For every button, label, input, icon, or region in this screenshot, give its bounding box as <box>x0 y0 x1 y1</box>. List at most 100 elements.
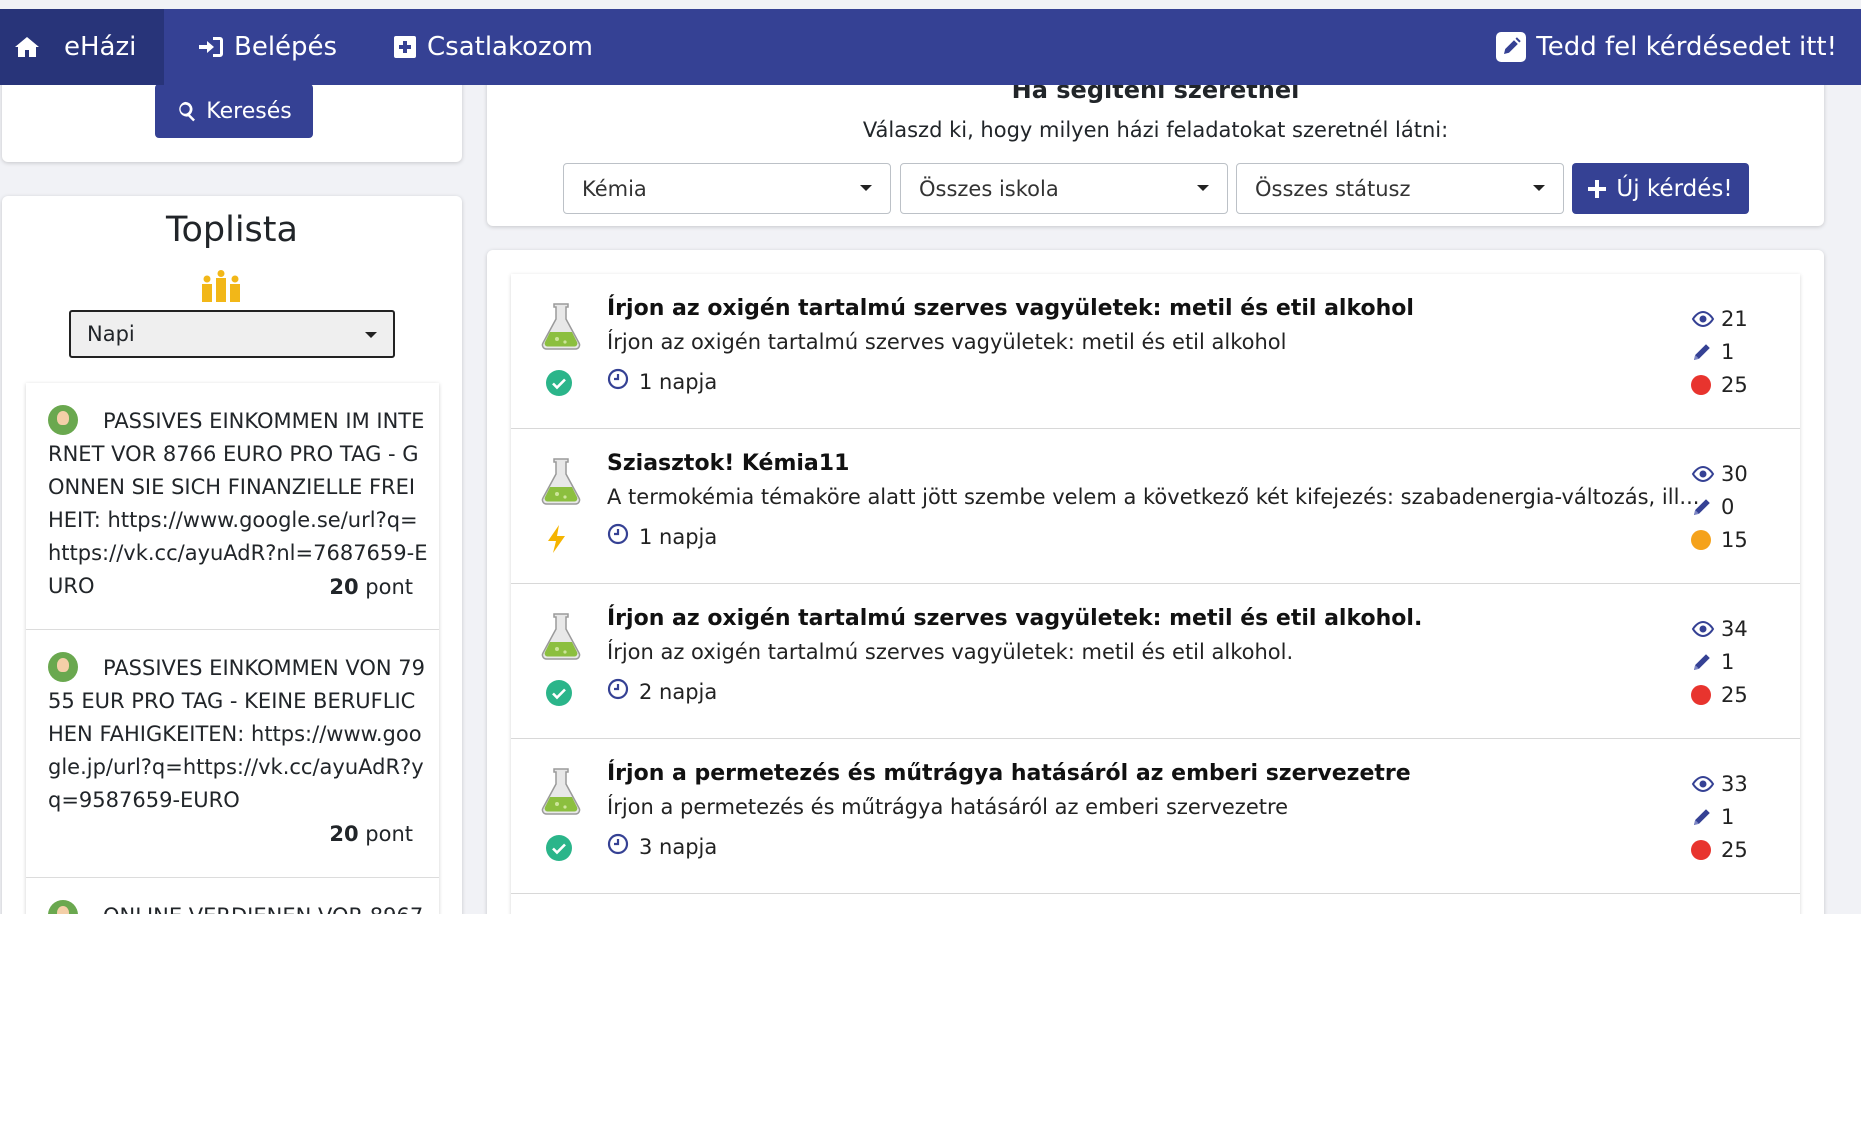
flask-icon <box>539 457 583 511</box>
question-stats: 33 1 25 <box>1691 767 1781 866</box>
clock-icon <box>607 523 639 550</box>
list-item[interactable]: PASSIVES EINKOMMEN VON 7955 EUR PRO TAG … <box>26 630 439 878</box>
list-item[interactable]: ONLINE VERDIENEN VOR 8967 <box>26 878 439 914</box>
clock-icon <box>607 678 639 705</box>
plus-square-icon <box>394 36 416 58</box>
period-select-value: Napi <box>87 322 135 346</box>
page-viewport: Keresés Toplista Napi PASSIVES EINKOMMEN… <box>0 0 1861 914</box>
nav-join-link[interactable]: Csatlakozom <box>393 9 593 85</box>
user-points: 20 pont <box>329 575 413 599</box>
question-time-label: 2 napja <box>639 679 718 704</box>
question-time-label: 1 napja <box>639 369 718 394</box>
user-points: 20 pont <box>329 822 413 846</box>
question-title[interactable]: Sziasztok! Kémia11 <box>607 451 849 476</box>
clock-icon <box>607 368 639 395</box>
chevron-down-icon <box>860 185 872 191</box>
chevron-down-icon <box>1533 185 1545 191</box>
flask-icon <box>539 302 583 356</box>
views-count: 21 <box>1721 306 1748 331</box>
question-row[interactable]: Írjon a permetezés és műtrágya hatásáról… <box>511 739 1800 894</box>
school-select[interactable]: Összes iskola <box>900 163 1228 214</box>
eye-icon <box>1691 310 1721 327</box>
toplist-title: Toplista <box>166 210 298 250</box>
views-count: 33 <box>1721 771 1748 796</box>
status-select[interactable]: Összes státusz <box>1236 163 1564 214</box>
question-row[interactable]: Írjon az oxigén tartalmú szerves vagyüle… <box>511 274 1800 429</box>
question-time-label: 1 napja <box>639 524 718 549</box>
question-stats: 34 1 25 <box>1691 612 1781 711</box>
points-dot-icon <box>1691 529 1711 550</box>
answers-count: 0 <box>1721 494 1735 519</box>
question-time: 1 napja <box>607 523 717 550</box>
eye-icon <box>1691 775 1721 792</box>
question-time: 2 napja <box>607 678 717 705</box>
navbar: eHázi Belépés Csatlakozom Tedd fel kérdé… <box>0 9 1861 85</box>
new-question-label: Új kérdés! <box>1616 175 1733 202</box>
points-stat: 25 <box>1691 833 1781 866</box>
flask-icon <box>539 767 583 821</box>
search-button[interactable]: Keresés <box>155 84 313 138</box>
ask-question-link[interactable]: Tedd fel kérdésedet itt! <box>1496 9 1837 85</box>
views-stat: 21 <box>1691 302 1781 335</box>
points-count: 25 <box>1721 682 1748 707</box>
subject-select[interactable]: Kémia <box>563 163 891 214</box>
points-count: 15 <box>1721 527 1748 552</box>
points-dot-icon <box>1691 839 1711 860</box>
nav-join-label: Csatlakozom <box>427 32 593 62</box>
views-count: 30 <box>1721 461 1748 486</box>
nav-login-link[interactable]: Belépés <box>198 9 337 85</box>
lightning-icon <box>545 524 569 558</box>
question-description: Írjon a permetezés és műtrágya hatásáról… <box>607 795 1289 819</box>
toplist-users: PASSIVES EINKOMMEN IM INTERNET VOR 8766 … <box>26 383 439 914</box>
new-question-button[interactable]: Új kérdés! <box>1572 163 1749 214</box>
chevron-down-icon <box>365 332 377 338</box>
question-stats: 30 0 15 <box>1691 457 1781 556</box>
subject-select-value: Kémia <box>582 176 647 201</box>
check-circle-icon <box>545 369 573 401</box>
answers-count: 1 <box>1721 649 1735 674</box>
question-description: A termokémia témaköre alatt jött szembe … <box>607 485 1700 509</box>
pencil-icon <box>1691 496 1721 518</box>
question-title[interactable]: Írjon a permetezés és műtrágya hatásáról… <box>607 761 1411 786</box>
points-stat: 25 <box>1691 368 1781 401</box>
home-icon <box>15 37 39 57</box>
points-stat: 25 <box>1691 678 1781 711</box>
answers-stat: 1 <box>1691 335 1781 368</box>
filter-description: Válaszd ki, hogy milyen házi feladatokat… <box>862 118 1449 142</box>
nav-login-label: Belépés <box>234 32 338 62</box>
question-title[interactable]: Írjon az oxigén tartalmú szerves vagyüle… <box>607 606 1422 631</box>
answers-count: 1 <box>1721 804 1735 829</box>
edit-icon <box>1496 32 1527 62</box>
views-stat: 30 <box>1691 457 1781 490</box>
points-count: 25 <box>1721 372 1748 397</box>
points-dot-icon <box>1691 374 1711 395</box>
user-name: ONLINE VERDIENEN VOR 8967 <box>48 900 428 914</box>
views-stat: 34 <box>1691 612 1781 645</box>
answers-stat: 0 <box>1691 490 1781 523</box>
status-select-value: Összes státusz <box>1255 176 1411 201</box>
question-row[interactable]: Írjon az oxigén tartalmú szerves vagyüle… <box>511 584 1800 739</box>
question-time: 3 napja <box>607 833 717 860</box>
points-stat: 15 <box>1691 523 1781 556</box>
question-title[interactable]: Írjon az oxigén tartalmú szerves vagyüle… <box>607 296 1414 321</box>
nav-home-link[interactable]: eHázi <box>0 9 164 85</box>
question-list-card: Írjon az oxigén tartalmú szerves vagyüle… <box>487 250 1824 914</box>
question-description: Írjon az oxigén tartalmú szerves vagyüle… <box>607 330 1287 354</box>
flask-icon <box>539 612 583 666</box>
question-time-label: 3 napja <box>639 834 718 859</box>
views-count: 34 <box>1721 616 1748 641</box>
question-description: Írjon az oxigén tartalmú szerves vagyüle… <box>607 640 1294 664</box>
list-item[interactable]: PASSIVES EINKOMMEN IM INTERNET VOR 8766 … <box>26 383 439 630</box>
check-circle-icon <box>545 679 573 711</box>
ask-question-label: Tedd fel kérdésedet itt! <box>1536 32 1837 62</box>
points-dot-icon <box>1691 684 1711 705</box>
period-select[interactable]: Napi <box>69 310 395 358</box>
question-list: Írjon az oxigén tartalmú szerves vagyüle… <box>511 274 1800 914</box>
podium-icon <box>200 270 242 308</box>
points-count: 25 <box>1721 837 1748 862</box>
question-time: 1 napja <box>607 368 717 395</box>
pencil-icon <box>1691 341 1721 363</box>
search-icon <box>179 101 196 122</box>
answers-stat: 1 <box>1691 800 1781 833</box>
question-row[interactable]: Sziasztok! Kémia11 A termokémia témaköre … <box>511 429 1800 584</box>
